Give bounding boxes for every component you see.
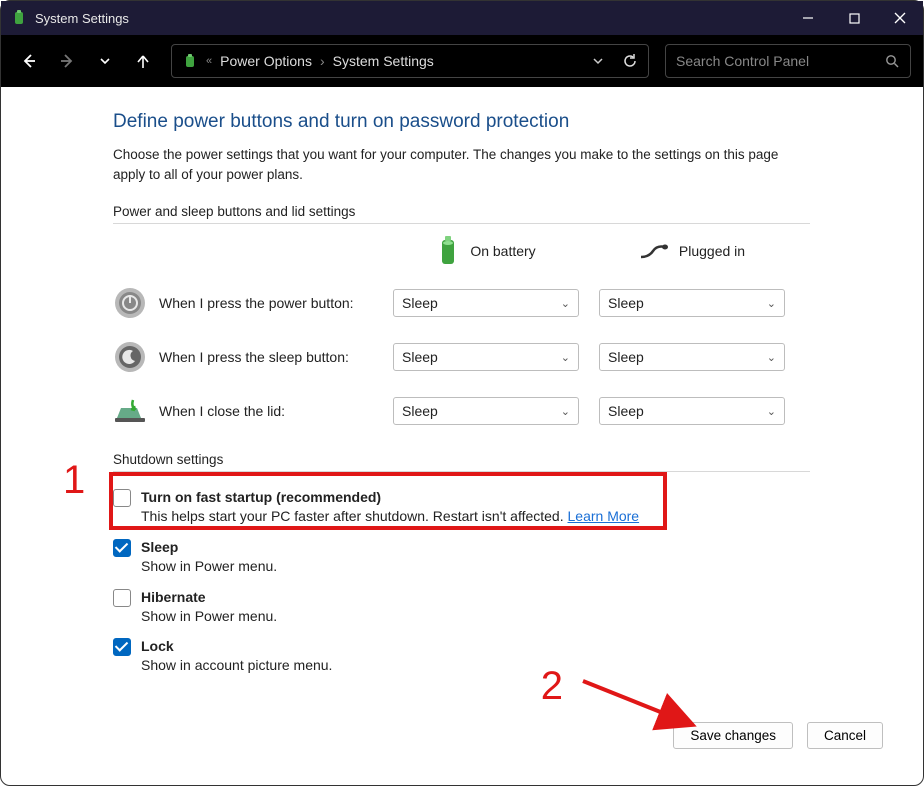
learn-more-link[interactable]: Learn More: [568, 508, 640, 524]
option-sub: Show in account picture menu.: [141, 656, 332, 675]
chevron-right-icon: ›: [320, 53, 325, 69]
footer-buttons: Save changes Cancel: [673, 722, 883, 749]
row-label: When I close the lid:: [159, 403, 393, 419]
chevron-down-icon: ⌄: [561, 297, 570, 310]
chevron-down-icon: ⌄: [767, 351, 776, 364]
row-label: When I press the sleep button:: [159, 349, 393, 365]
option-hibernate: Hibernate Show in Power menu.: [113, 588, 887, 626]
breadcrumb-item-1[interactable]: System Settings: [333, 53, 434, 69]
content-area: Define power buttons and turn on passwor…: [1, 87, 923, 675]
annotation-1: 1: [63, 458, 85, 503]
chevron-down-icon: ⌄: [767, 405, 776, 418]
window-title: System Settings: [35, 11, 129, 26]
page-description: Choose the power settings that you want …: [113, 145, 793, 184]
option-sub: Show in Power menu.: [141, 607, 277, 626]
chevron-down-icon: ⌄: [561, 405, 570, 418]
titlebar: System Settings: [1, 1, 923, 35]
power-button-icon: [113, 286, 147, 320]
close-button[interactable]: [877, 1, 923, 35]
address-bar[interactable]: « Power Options › System Settings: [171, 44, 649, 78]
option-sub: This helps start your PC faster after sh…: [141, 508, 568, 524]
recent-dropdown[interactable]: [89, 45, 121, 77]
row-power-button: When I press the power button: Sleep⌄ Sl…: [113, 286, 887, 320]
col-battery-label: On battery: [470, 243, 535, 259]
option-sleep: Sleep Show in Power menu.: [113, 538, 887, 576]
minimize-button[interactable]: [785, 1, 831, 35]
back-button[interactable]: [13, 45, 45, 77]
power-button-battery-select[interactable]: Sleep⌄: [393, 289, 579, 317]
lock-checkbox[interactable]: [113, 638, 131, 656]
breadcrumb-item-0[interactable]: Power Options: [220, 53, 312, 69]
refresh-icon[interactable]: [622, 53, 638, 69]
option-title: Sleep: [141, 538, 277, 557]
maximize-button[interactable]: [831, 1, 877, 35]
laptop-lid-icon: [113, 394, 147, 428]
section-shutdown: Shutdown settings: [113, 452, 810, 472]
chevron-down-icon[interactable]: [592, 55, 604, 67]
option-lock: Lock Show in account picture menu.: [113, 637, 887, 675]
row-label: When I press the power button:: [159, 295, 393, 311]
power-button-plugged-select[interactable]: Sleep⌄: [599, 289, 785, 317]
search-box[interactable]: Search Control Panel: [665, 44, 911, 78]
close-lid-battery-select[interactable]: Sleep⌄: [393, 397, 579, 425]
col-plugged-label: Plugged in: [679, 243, 745, 259]
sleep-button-plugged-select[interactable]: Sleep⌄: [599, 343, 785, 371]
section-power-buttons: Power and sleep buttons and lid settings: [113, 204, 810, 224]
forward-button[interactable]: [51, 45, 83, 77]
fast-startup-checkbox[interactable]: [113, 489, 131, 507]
option-title: Turn on fast startup (recommended): [141, 488, 639, 507]
chevron-down-icon: ⌄: [767, 297, 776, 310]
option-title: Lock: [141, 637, 332, 656]
breadcrumb-prefix: «: [206, 55, 212, 67]
option-title: Hibernate: [141, 588, 277, 607]
battery-icon: [436, 236, 460, 266]
option-sub: Show in Power menu.: [141, 557, 277, 576]
close-lid-plugged-select[interactable]: Sleep⌄: [599, 397, 785, 425]
sleep-button-battery-select[interactable]: Sleep⌄: [393, 343, 579, 371]
app-icon: [11, 10, 27, 26]
up-button[interactable]: [127, 45, 159, 77]
chevron-down-icon: ⌄: [561, 351, 570, 364]
row-close-lid: When I close the lid: Sleep⌄ Sleep⌄: [113, 394, 887, 428]
annotation-2: 2: [541, 664, 563, 709]
option-fast-startup: Turn on fast startup (recommended) This …: [113, 488, 887, 526]
sleep-checkbox[interactable]: [113, 539, 131, 557]
cancel-button[interactable]: Cancel: [807, 722, 883, 749]
battery-icon: [182, 53, 198, 69]
search-placeholder: Search Control Panel: [676, 53, 885, 69]
save-button[interactable]: Save changes: [673, 722, 793, 749]
hibernate-checkbox[interactable]: [113, 589, 131, 607]
search-icon: [885, 54, 900, 69]
page-title: Define power buttons and turn on passwor…: [113, 111, 887, 133]
row-sleep-button: When I press the sleep button: Sleep⌄ Sl…: [113, 340, 887, 374]
sleep-button-icon: [113, 340, 147, 374]
toolbar: « Power Options › System Settings Search…: [1, 35, 923, 87]
plug-icon: [639, 241, 669, 261]
column-headers: On battery Plugged in: [113, 236, 887, 266]
